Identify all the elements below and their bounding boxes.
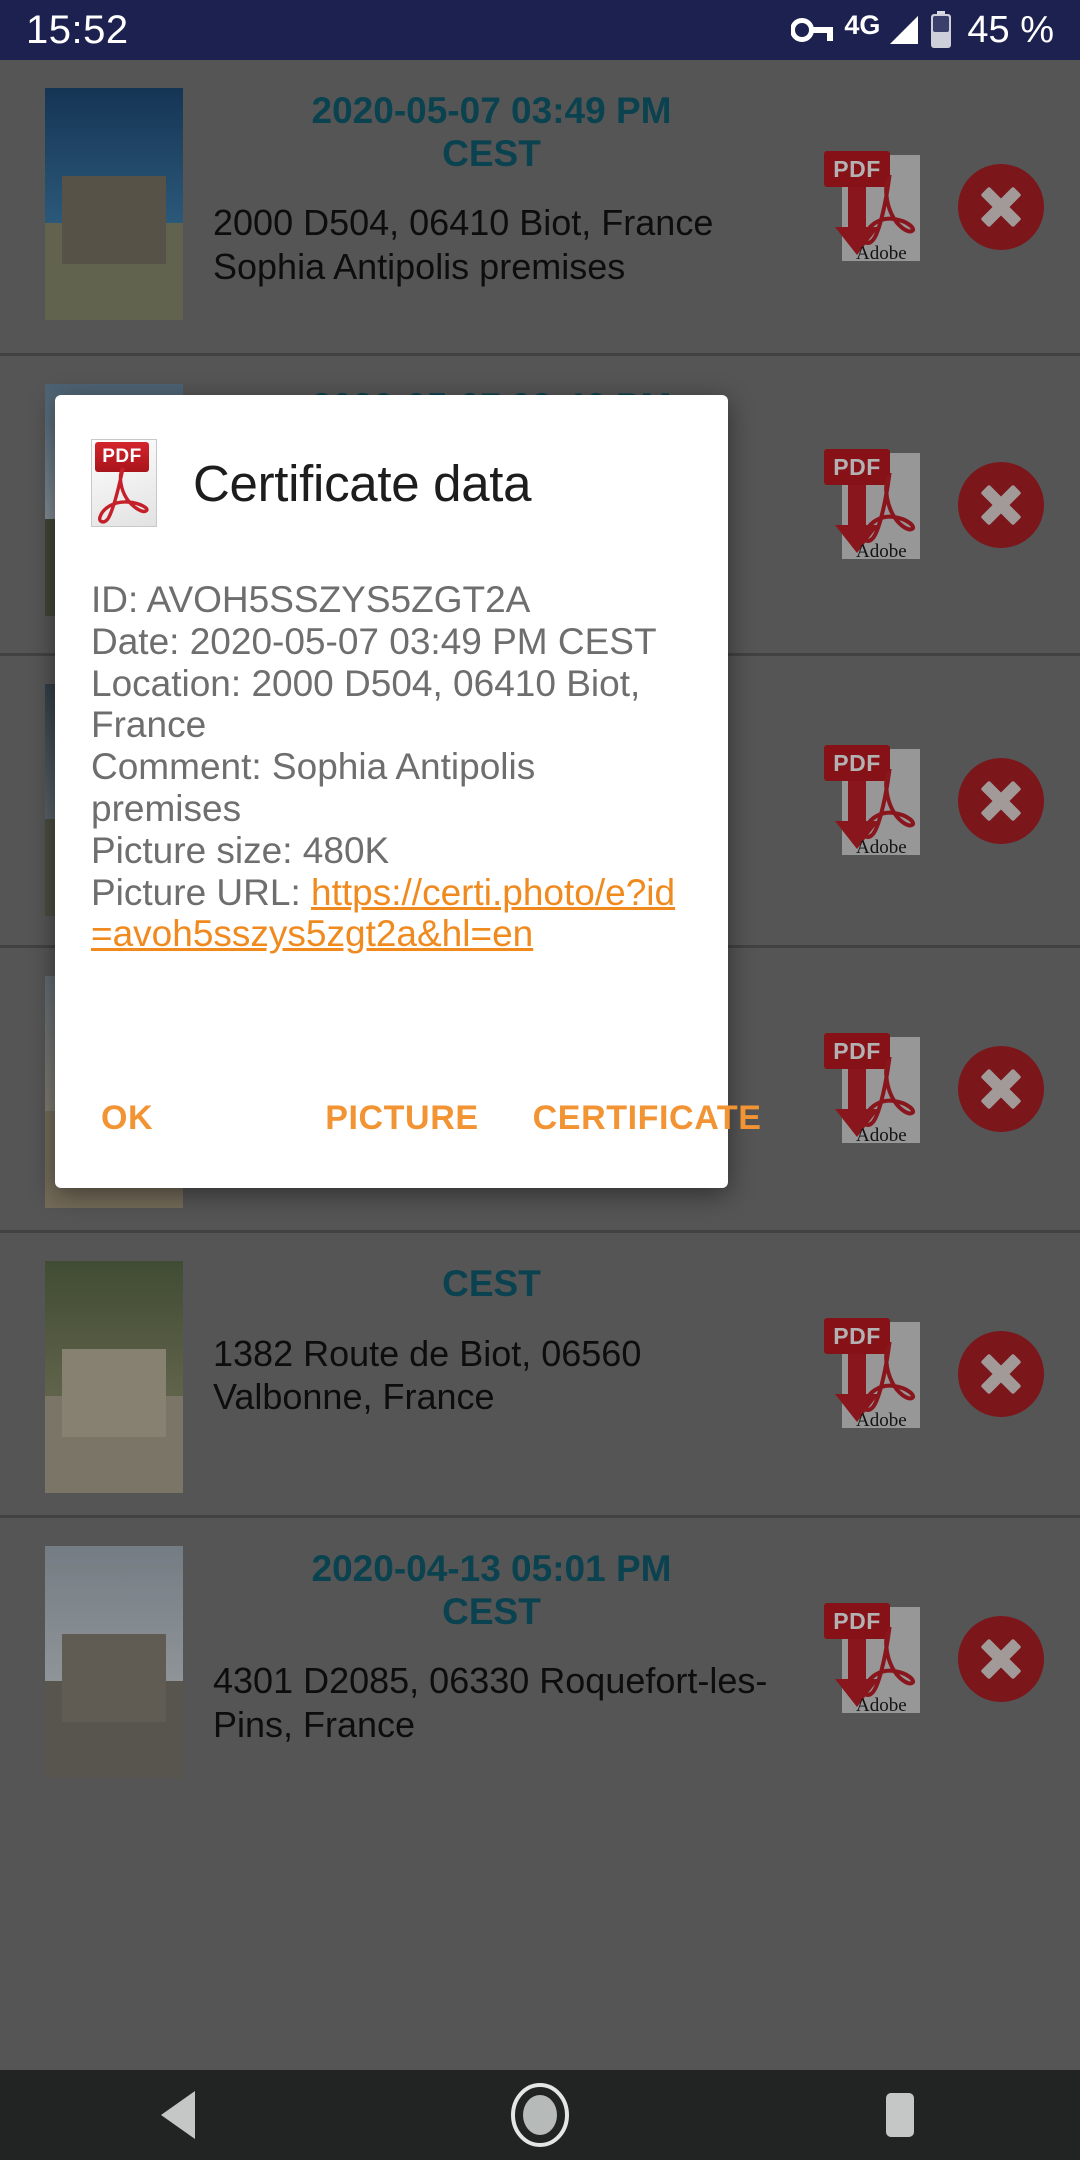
certificate-picture-url-row: Picture URL: https://certi.photo/e?id=av…	[91, 872, 694, 956]
vpn-key-icon	[791, 18, 834, 42]
battery-icon	[931, 11, 952, 48]
ok-button[interactable]: OK	[91, 1085, 163, 1152]
network-type-label: 4G	[844, 9, 881, 40]
certificate-data-dialog: PDF Certificate data ID: AVOH5SSZYS5ZGT2…	[55, 395, 761, 1188]
signal-icon	[890, 16, 919, 44]
recents-square-icon	[886, 2093, 914, 2137]
home-circle-icon	[511, 2083, 569, 2147]
back-triangle-icon	[161, 2091, 195, 2139]
certificate-picture-size: Picture size: 480K	[91, 829, 390, 871]
dialog-actions: OK PICTURE CERTIFICATE	[55, 1077, 761, 1174]
certificate-location: Location: 2000 D504, 06410 Biot, France	[91, 662, 641, 746]
dialog-header: PDF Certificate data	[55, 395, 728, 537]
status-bar-icons: 4G 45 %	[791, 9, 1054, 52]
nav-home-button[interactable]	[360, 2082, 720, 2148]
phone-screen: 15:52 4G 45 % 2020-05-07 03:49 PM CEST 2…	[0, 0, 1080, 2160]
nav-back-button[interactable]	[0, 2087, 360, 2143]
picture-button[interactable]: PICTURE	[315, 1085, 488, 1152]
dialog-body: ID: AVOH5SSZYS5ZGT2A Date: 2020-05-07 03…	[55, 537, 728, 1077]
dialog-title: Certificate data	[193, 454, 532, 512]
acrobat-swirl-icon	[98, 467, 149, 524]
battery-percent-label: 45 %	[967, 8, 1054, 51]
android-navigation-bar	[0, 2070, 1080, 2160]
status-bar: 15:52 4G 45 %	[0, 0, 1080, 60]
status-bar-clock: 15:52	[26, 7, 129, 52]
certificate-date: Date: 2020-05-07 03:49 PM CEST	[91, 620, 657, 662]
pdf-file-icon: PDF	[91, 439, 157, 527]
picture-url-label: Picture URL:	[91, 871, 312, 913]
certificate-id: ID: AVOH5SSZYS5ZGT2A	[91, 579, 531, 620]
nav-recents-button[interactable]	[720, 2089, 1080, 2141]
certificate-comment: Comment: Sophia Antipolis premises	[91, 746, 536, 829]
certificate-button[interactable]: CERTIFICATE	[523, 1085, 772, 1152]
